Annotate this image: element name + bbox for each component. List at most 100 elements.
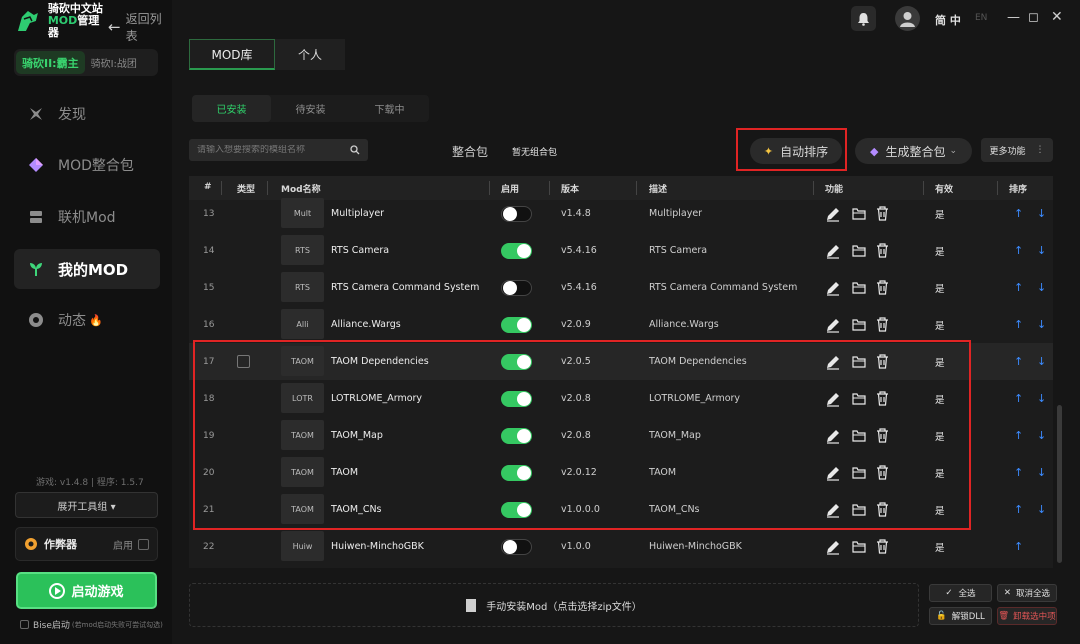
move-up-icon[interactable]: ↑ <box>1014 306 1023 343</box>
back-to-list-button[interactable]: ← 返回列表 <box>108 10 172 44</box>
move-down-icon[interactable]: ↓ <box>1037 343 1046 380</box>
move-down-icon[interactable]: ↓ <box>1037 306 1046 343</box>
tab-installed[interactable]: 已安装 <box>192 95 271 122</box>
network-icon <box>30 211 42 223</box>
bise-checkbox[interactable] <box>20 620 29 629</box>
gen-pack-label: 生成整合包 <box>885 144 946 159</box>
edit-pen-icon[interactable] <box>825 539 841 555</box>
start-game-button[interactable]: 启动游戏 <box>16 572 157 609</box>
move-up-icon[interactable]: ↑ <box>1014 528 1023 565</box>
table-row[interactable]: 15 RTS RTS Camera Command System v5.4.16 RTS… <box>189 269 1053 306</box>
folder-icon[interactable] <box>851 540 866 553</box>
move-down-icon[interactable]: ↓ <box>1037 195 1046 232</box>
folder-icon[interactable] <box>851 318 866 331</box>
uninstall-selected-button[interactable]: 🗑 卸载选中项 <box>997 607 1057 625</box>
move-down-icon[interactable]: ↓ <box>1037 232 1046 269</box>
edit-pen-icon[interactable] <box>825 280 841 296</box>
cheat-enable-label: 启用 <box>113 540 133 552</box>
move-up-icon[interactable]: ↑ <box>1014 343 1023 380</box>
sidebar: 骑砍中文站 MOD管理器 ← 返回列表 骑砍II:霸主 骑砍I:战团 发现 MO… <box>0 0 172 644</box>
table-row[interactable]: 13 Mult Multiplayer v1.4.8 Multiplayer 是 ↑ ↓ <box>189 195 1053 232</box>
folder-icon[interactable] <box>851 281 866 294</box>
nav-item-mod-pack[interactable]: MOD整合包 <box>14 145 160 185</box>
trash-icon[interactable] <box>876 317 889 332</box>
mod-description: Multiplayer <box>649 208 703 219</box>
move-up-icon[interactable]: ↑ <box>1014 195 1023 232</box>
search-box <box>189 139 368 161</box>
header-description: 描述 <box>649 185 668 195</box>
expand-tools-button[interactable]: 展开工具组 ▾ <box>15 492 158 518</box>
header-mod-name[interactable]: Mod名称 <box>281 182 321 195</box>
minimize-button[interactable]: — <box>1007 10 1020 25</box>
play-icon <box>49 582 66 599</box>
nav-item-discover[interactable]: 发现 <box>14 94 160 134</box>
folder-icon[interactable] <box>851 207 866 220</box>
tab-mod-library[interactable]: MOD库 <box>189 39 275 70</box>
move-down-icon[interactable]: ↓ <box>1037 380 1046 417</box>
sparkle-icon: ✦ <box>763 144 774 158</box>
more-functions-button[interactable]: 更多功能 ⋮ <box>981 138 1053 162</box>
notification-button[interactable] <box>851 6 876 31</box>
cancel-select-button[interactable]: ✕ 取消全选 <box>997 584 1057 602</box>
auto-sort-button[interactable]: ✦ 自动排序 <box>750 138 842 164</box>
table-row[interactable]: 14 RTS RTS Camera v5.4.16 RTS Camera 是 ↑ ↓ <box>189 232 1053 269</box>
table-row[interactable]: 22 Huiw Huiwen-MinchoGBK v1.0.0 Huiwen-Minch… <box>189 528 1053 565</box>
search-icon[interactable] <box>350 145 360 155</box>
edit-pen-icon[interactable] <box>825 243 841 259</box>
edit-pen-icon[interactable] <box>825 317 841 333</box>
folder-icon[interactable] <box>851 244 866 257</box>
unlock-dll-button[interactable]: 🔓 解锁DLL <box>929 607 992 625</box>
bise-hint: (若mod启动失败可尝试勾选) <box>71 620 163 629</box>
move-up-icon[interactable]: ↑ <box>1014 380 1023 417</box>
avatar[interactable] <box>895 6 920 31</box>
move-down-icon[interactable]: ↓ <box>1037 491 1046 528</box>
move-up-icon[interactable]: ↑ <box>1014 454 1023 491</box>
search-input[interactable] <box>197 145 350 155</box>
nav-item-online-mod[interactable]: 联机Mod <box>14 197 160 237</box>
game-option-bannerlord[interactable]: 骑砍II:霸主 <box>16 51 85 74</box>
move-up-icon[interactable]: ↑ <box>1014 269 1023 306</box>
table-row[interactable]: 16 Alli Alliance.Wargs v2.0.9 Alliance.Wargs… <box>189 306 1053 343</box>
row-index: 15 <box>203 282 215 293</box>
mod-thumbnail: Huiw <box>281 531 324 561</box>
move-up-icon[interactable]: ↑ <box>1014 491 1023 528</box>
game-option-warband[interactable]: 骑砍I:战团 <box>85 55 143 70</box>
trash-icon[interactable] <box>876 206 889 221</box>
enable-toggle[interactable] <box>501 232 532 269</box>
trash-icon[interactable] <box>876 539 889 554</box>
enable-toggle[interactable] <box>501 269 532 306</box>
move-down-icon[interactable]: ↓ <box>1037 269 1046 306</box>
move-down-icon[interactable]: ↓ <box>1037 454 1046 491</box>
lang-en-button[interactable]: EN <box>975 13 987 23</box>
chevron-down-icon: ⌄ <box>949 146 958 156</box>
close-button[interactable]: ✕ <box>1051 9 1063 25</box>
bise-launch-option: Bise启动 (若mod启动失败可尝试勾选) <box>20 618 163 631</box>
maximize-button[interactable]: ◻ <box>1028 10 1039 25</box>
trash-icon[interactable] <box>876 280 889 295</box>
mod-valid: 是 <box>935 209 945 221</box>
move-up-icon[interactable]: ↑ <box>1014 232 1023 269</box>
move-up-icon[interactable]: ↑ <box>1014 417 1023 454</box>
enable-toggle[interactable] <box>501 306 532 343</box>
trash-icon[interactable] <box>876 243 889 258</box>
enable-toggle[interactable] <box>501 528 532 565</box>
app-logo: 骑砍中文站 MOD管理器 <box>14 3 110 39</box>
edit-pen-icon[interactable] <box>825 206 841 222</box>
table-scrollbar[interactable] <box>1057 405 1062 563</box>
nav-item-feed[interactable]: 动态 🔥 <box>14 300 160 340</box>
generate-pack-button[interactable]: ◆ 生成整合包 ⌄ <box>855 138 972 164</box>
fire-icon: 🔥 <box>89 313 103 327</box>
enable-toggle[interactable] <box>501 195 532 232</box>
tab-pending[interactable]: 待安装 <box>271 95 350 122</box>
select-all-button[interactable]: ✓ 全选 <box>929 584 992 602</box>
move-down-icon[interactable]: ↓ <box>1037 417 1046 454</box>
tab-personal[interactable]: 个人 <box>275 39 345 70</box>
mod-version: v1.4.8 <box>561 208 591 219</box>
nav-item-my-mod[interactable]: 我的MOD <box>14 249 160 289</box>
lang-zh-button[interactable]: 简 中 <box>935 12 961 28</box>
tab-downloading[interactable]: 下载中 <box>350 95 429 122</box>
mod-valid: 是 <box>935 542 945 554</box>
manual-install-dropzone[interactable]: 手动安装Mod（点击选择zip文件） <box>189 583 919 627</box>
more-label: 更多功能 <box>989 146 1026 157</box>
cheat-checkbox[interactable] <box>138 538 149 550</box>
